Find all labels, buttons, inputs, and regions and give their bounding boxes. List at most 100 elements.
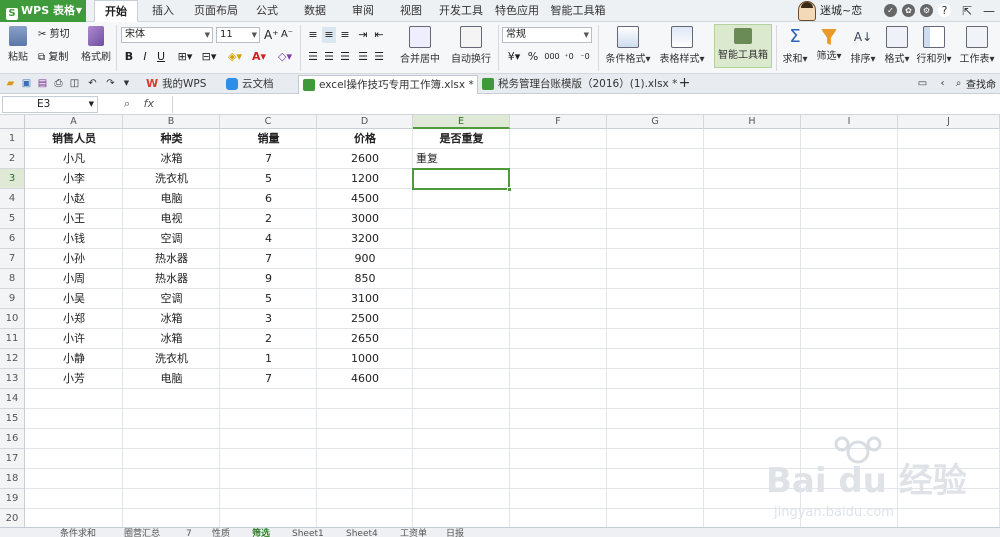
column-header-a[interactable]: A [25, 115, 123, 129]
column-header-b[interactable]: B [123, 115, 220, 129]
column-header-i[interactable]: I [801, 115, 898, 129]
border-icon[interactable]: ⊞▾ [174, 49, 196, 65]
percent-button[interactable]: % [526, 49, 540, 65]
align-right-icon[interactable]: ☰ [338, 49, 352, 65]
table-cell[interactable]: 小郑 [25, 309, 123, 329]
save-icon[interactable]: ▣ [20, 77, 33, 90]
table-cell[interactable]: 900 [317, 249, 413, 269]
align-middle-icon[interactable]: ≡ [322, 27, 336, 43]
underline-button[interactable]: U [154, 49, 168, 65]
row-header-13[interactable]: 13 [0, 369, 25, 389]
wrap-text-button[interactable]: 自动换行 [448, 26, 494, 65]
table-cell[interactable]: 小王 [25, 209, 123, 229]
row-header-9[interactable]: 9 [0, 289, 25, 309]
justify-icon[interactable]: ☰ [356, 49, 370, 65]
row-header-10[interactable]: 10 [0, 309, 25, 329]
row-header-20[interactable]: 20 [0, 509, 25, 527]
table-header-cell[interactable]: 种类 [123, 129, 220, 149]
table-cell[interactable]: 2650 [317, 329, 413, 349]
column-header-g[interactable]: G [607, 115, 704, 129]
column-header-d[interactable]: D [317, 115, 413, 129]
table-cell[interactable]: 空调 [123, 229, 220, 249]
align-left-icon[interactable]: ☰ [306, 49, 320, 65]
column-header-e[interactable]: E [413, 115, 510, 129]
merge-center-button[interactable]: 合并居中 [396, 26, 444, 65]
table-style-button[interactable]: 表格样式▾ [656, 26, 708, 65]
font-name-select[interactable]: 宋体 ▼ [121, 27, 213, 43]
tab-formulas[interactable]: 公式 [252, 0, 282, 22]
table-header-cell[interactable]: 价格 [317, 129, 413, 149]
table-cell[interactable]: 5 [220, 289, 317, 309]
table-cell[interactable]: 6 [220, 189, 317, 209]
table-cell[interactable]: 1 [220, 349, 317, 369]
outdent-icon[interactable]: ⇤ [372, 27, 386, 43]
tab-view[interactable]: 视图 [396, 0, 426, 22]
table-cell[interactable]: 3200 [317, 229, 413, 249]
table-cell[interactable]: 冰箱 [123, 309, 220, 329]
sheet-tab[interactable]: Sheet1 [292, 529, 324, 537]
tab-page-layout[interactable]: 页面布局 [188, 0, 244, 22]
help-icon[interactable]: ? [938, 4, 951, 17]
table-cell[interactable]: 热水器 [123, 269, 220, 289]
sort-button[interactable]: A↓ 排序▾ [848, 26, 878, 65]
row-header-3[interactable]: 3 [0, 169, 25, 189]
decrease-font-icon[interactable]: A⁻ [280, 27, 294, 43]
table-cell[interactable]: 小凡 [25, 149, 123, 169]
row-header-12[interactable]: 12 [0, 349, 25, 369]
user-name[interactable]: 迷城~恋 [820, 0, 862, 22]
indent-icon[interactable]: ⇥ [356, 27, 370, 43]
table-cell[interactable]: 小芳 [25, 369, 123, 389]
table-cell[interactable]: 小孙 [25, 249, 123, 269]
column-header-j[interactable]: J [898, 115, 1000, 129]
row-col-button[interactable]: 行和列▾ [916, 26, 952, 65]
increase-decimal-icon[interactable]: ⁺0 [562, 49, 576, 65]
row-header-8[interactable]: 8 [0, 269, 25, 289]
doc-tab-cloud[interactable]: 云文档 [222, 75, 288, 94]
table-cell[interactable]: 小静 [25, 349, 123, 369]
skin-icon[interactable]: ✿ [902, 4, 915, 17]
sheet-tab[interactable]: 圈营汇总 [124, 529, 160, 537]
undo-icon[interactable]: ↶ [86, 77, 99, 90]
table-cell[interactable]: 重复 [413, 149, 510, 169]
doc-tab-tax-ledger[interactable]: 税务管理台账模版（2016）(1).xlsx * [478, 75, 677, 94]
table-cell[interactable]: 小许 [25, 329, 123, 349]
table-cell[interactable]: 9 [220, 269, 317, 289]
minimize-icon[interactable]: — [978, 0, 1000, 22]
sheet-tab[interactable]: 日报 [446, 529, 464, 537]
screen-icon[interactable]: ▭ [916, 77, 929, 90]
row-header-15[interactable]: 15 [0, 409, 25, 429]
table-cell[interactable]: 2600 [317, 149, 413, 169]
currency-button[interactable]: ¥▾ [504, 49, 524, 65]
table-cell[interactable]: 小钱 [25, 229, 123, 249]
table-cell[interactable]: 电脑 [123, 189, 220, 209]
table-header-cell[interactable]: 销售人员 [25, 129, 123, 149]
doc-tab-excel-workbook[interactable]: excel操作技巧专用工作簿.xlsx * [298, 75, 478, 94]
preview-icon[interactable]: ◫ [68, 77, 81, 90]
bold-button[interactable]: B [122, 49, 136, 65]
chevron-left-icon[interactable]: ‹ [936, 77, 949, 90]
new-tab-icon[interactable]: + [678, 76, 691, 90]
table-header-cell[interactable]: 是否重复 [413, 129, 510, 149]
name-box[interactable]: E3 ▼ [2, 96, 98, 113]
copy-button[interactable]: ⧉ 复制 [38, 50, 68, 66]
distributed-icon[interactable]: ☰ [372, 49, 386, 65]
open-folder-icon[interactable]: ▰ [4, 77, 17, 90]
table-cell[interactable]: 空调 [123, 289, 220, 309]
row-header-11[interactable]: 11 [0, 329, 25, 349]
formula-input[interactable] [172, 96, 998, 113]
table-cell[interactable]: 电视 [123, 209, 220, 229]
sheet-tab[interactable]: 工资单 [400, 529, 427, 537]
row-header-18[interactable]: 18 [0, 469, 25, 489]
row-header-6[interactable]: 6 [0, 229, 25, 249]
search-icon[interactable]: ⌕ [952, 77, 965, 90]
table-cell[interactable]: 4600 [317, 369, 413, 389]
sum-button[interactable]: Σ 求和▾ [780, 26, 810, 65]
tab-insert[interactable]: 插入 [146, 0, 180, 22]
cut-button[interactable]: ✂ 剪切 [38, 27, 70, 43]
merge-small-icon[interactable]: ⊟▾ [198, 49, 220, 65]
table-cell[interactable]: 7 [220, 149, 317, 169]
tab-developer[interactable]: 开发工具 [438, 0, 484, 22]
table-cell[interactable]: 1200 [317, 169, 413, 189]
sheet-tab[interactable]: Sheet4 [346, 529, 378, 537]
sheet-tab[interactable]: 7 [186, 529, 192, 537]
